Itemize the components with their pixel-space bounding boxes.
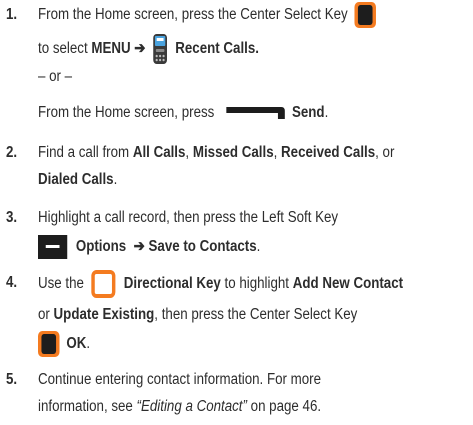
center-select-key-icon <box>38 331 60 357</box>
step-5-number: 5. <box>6 371 18 388</box>
all-calls-label: All Calls <box>132 144 186 161</box>
options-label: Options <box>75 238 127 255</box>
directional-key-label: Directional Key <box>123 275 221 293</box>
step-1-line-1: From the Home screen, press the Center S… <box>38 2 380 28</box>
period: . <box>113 171 118 188</box>
save-to-contacts-label: Save to Contacts <box>148 238 257 255</box>
step-2-text: Find a call from <box>38 144 133 161</box>
missed-calls-label: Missed Calls <box>192 144 274 161</box>
directional-key-icon <box>91 270 116 298</box>
or-text: or <box>38 306 54 323</box>
add-new-contact-label: Add New Contact <box>292 275 404 293</box>
center-select-key-icon <box>354 2 377 28</box>
left-soft-key-icon <box>38 234 68 259</box>
step-4-mid-text: to highlight <box>220 275 293 293</box>
step-3-line-1: Highlight a call record, then press the … <box>38 209 339 226</box>
step-5-line-2: information, see “Editing a Contact” on … <box>38 394 321 420</box>
step-2-number: 2. <box>6 144 18 161</box>
dialed-calls-label: Dialed Calls <box>38 171 114 188</box>
menu-label: MENU <box>91 40 131 58</box>
step-4-line-1: Use the Directional Key to highlight Add… <box>38 270 404 298</box>
recent-calls-label: Recent Calls. <box>175 40 259 58</box>
step-5-line-1: Continue entering contact information. F… <box>38 371 322 388</box>
separator: , or <box>375 144 395 161</box>
period: . <box>324 104 329 121</box>
instruction-document: 1. From the Home screen, press the Cente… <box>0 0 473 425</box>
period: . <box>256 238 261 255</box>
step-4-line-2: or Update Existing, then press the Cente… <box>38 302 357 328</box>
step-1-select-text: to select <box>38 40 92 58</box>
step-1-line-4: From the Home screen, press Send. <box>38 100 328 126</box>
step-1-line-2: to select MENU ➔ Recent Calls. <box>38 33 259 64</box>
editing-contact-link[interactable]: “Editing a Contact” <box>137 398 247 415</box>
step-2-line-2: Dialed Calls. <box>38 167 117 193</box>
step-4-rest-text: , then press the Center Select Key <box>154 306 358 323</box>
period: . <box>86 335 91 353</box>
step-5-text: information, see <box>38 398 137 415</box>
arrow-icon: ➔ <box>133 238 145 255</box>
send-label: Send <box>291 104 325 121</box>
step-4-text: Use the <box>38 275 84 293</box>
step-4-line-3: OK. <box>38 331 90 357</box>
separator: , <box>185 144 193 161</box>
step-2-line-1: Find a call from All Calls, Missed Calls… <box>38 140 394 166</box>
separator: , <box>273 144 282 161</box>
send-key-icon <box>226 106 286 119</box>
page-reference: on page 46. <box>246 398 322 415</box>
step-4-number: 4. <box>6 274 18 291</box>
update-existing-label: Update Existing <box>53 306 155 323</box>
ok-label: OK <box>66 335 87 353</box>
phone-menu-icon <box>153 34 168 64</box>
step-1-text: From the Home screen, press the Center S… <box>38 6 348 24</box>
step-1-number: 1. <box>6 6 18 23</box>
step-1-alt-text: From the Home screen, press <box>38 104 215 121</box>
step-3-number: 3. <box>6 209 18 226</box>
received-calls-label: Received Calls <box>281 144 376 161</box>
step-1-or: – or – <box>38 68 73 85</box>
arrow-icon: ➔ <box>134 40 146 58</box>
step-3-line-2: Options ➔ Save to Contacts. <box>38 234 260 260</box>
